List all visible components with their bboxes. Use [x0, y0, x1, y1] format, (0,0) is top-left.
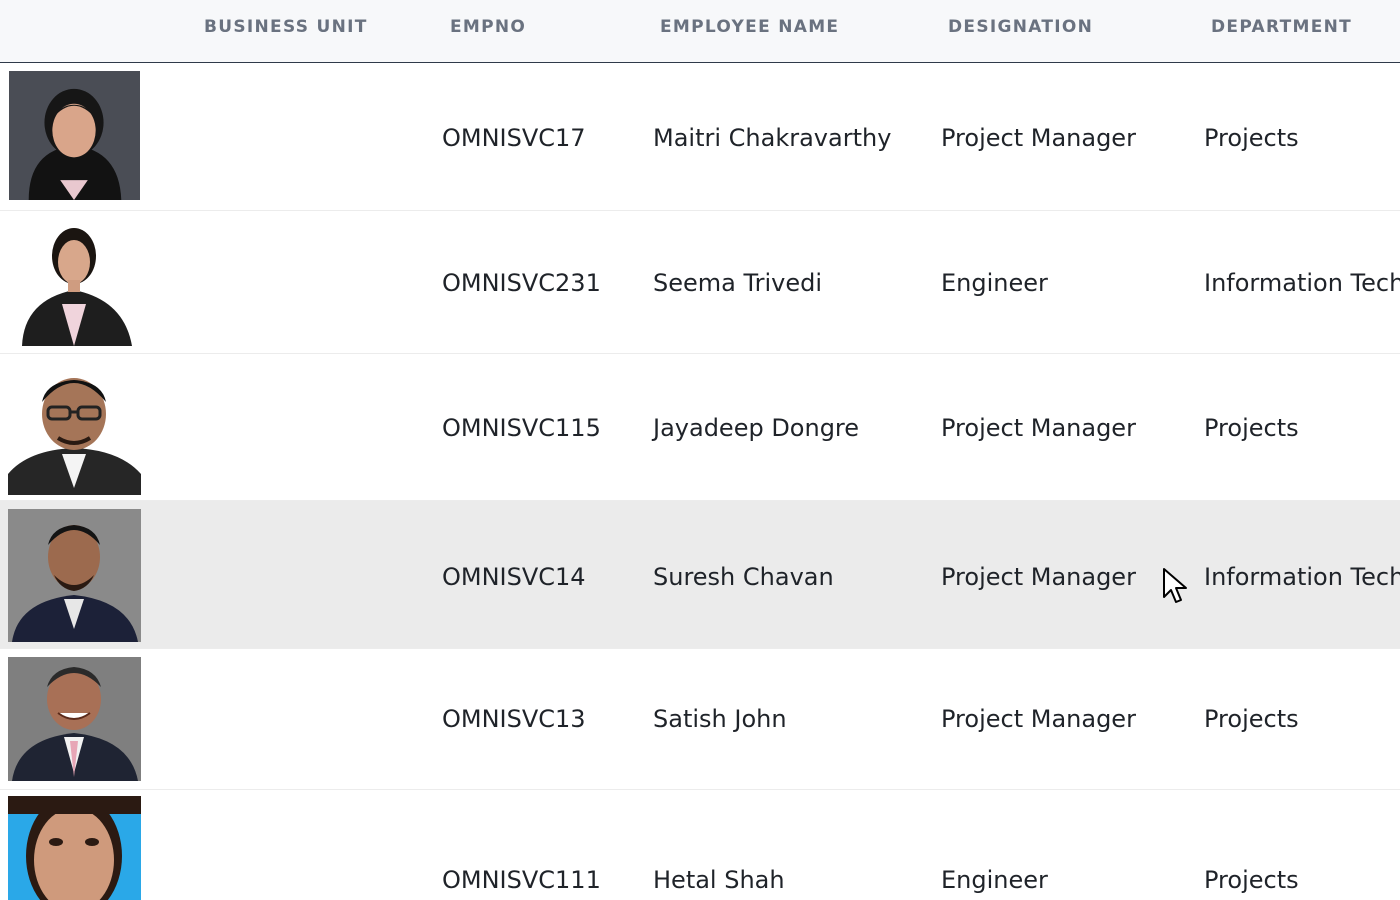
cell-employee-name: Hetal Shah [653, 866, 785, 894]
table-row[interactable]: OMNISVC111 Hetal Shah Engineer Projects [0, 790, 1400, 900]
column-header-empno[interactable]: EMPNO [450, 17, 526, 37]
grid-header: BUSINESS UNIT EMPNO EMPLOYEE NAME DESIGN… [0, 0, 1400, 63]
cell-designation: Project Manager [941, 705, 1136, 733]
employee-photo [8, 220, 141, 346]
column-header-designation[interactable]: DESIGNATION [948, 17, 1093, 37]
cell-department: Projects [1204, 866, 1299, 894]
cell-designation: Engineer [941, 269, 1048, 297]
cell-department: Projects [1204, 124, 1299, 152]
cell-empno: OMNISVC111 [442, 866, 601, 894]
cell-designation: Project Manager [941, 124, 1136, 152]
column-header-department[interactable]: DEPARTMENT [1211, 17, 1352, 37]
cell-empno: OMNISVC17 [442, 124, 586, 152]
cell-employee-name: Seema Trivedi [653, 269, 823, 297]
cell-department: Information Techn [1204, 269, 1400, 297]
employee-photo [8, 362, 141, 495]
table-row[interactable]: OMNISVC14 Suresh Chavan Project Manager … [0, 501, 1400, 649]
employee-photo [8, 509, 141, 642]
cell-empno: OMNISVC231 [442, 269, 601, 297]
cell-department: Projects [1204, 414, 1299, 442]
table-row[interactable]: OMNISVC231 Seema Trivedi Engineer Inform… [0, 211, 1400, 354]
table-row[interactable]: OMNISVC115 Jayadeep Dongre Project Manag… [0, 354, 1400, 501]
table-row[interactable]: OMNISVC13 Satish John Project Manager Pr… [0, 649, 1400, 790]
cell-employee-name: Satish John [653, 705, 787, 733]
cell-designation: Engineer [941, 866, 1048, 894]
cell-designation: Project Manager [941, 563, 1136, 591]
column-header-business-unit[interactable]: BUSINESS UNIT [204, 17, 368, 37]
cell-designation: Project Manager [941, 414, 1136, 442]
column-header-employee-name[interactable]: EMPLOYEE NAME [660, 17, 839, 37]
cell-employee-name: Jayadeep Dongre [653, 414, 860, 442]
cell-empno: OMNISVC13 [442, 705, 586, 733]
cell-department: Information Techn [1204, 563, 1400, 591]
cell-employee-name: Maitri Chakravarthy [653, 124, 892, 152]
employee-photo [8, 657, 141, 781]
employee-grid: BUSINESS UNIT EMPNO EMPLOYEE NAME DESIGN… [0, 0, 1400, 900]
mouse-pointer-icon [1162, 567, 1190, 605]
cell-department: Projects [1204, 705, 1299, 733]
employee-photo [9, 71, 140, 200]
employee-photo [8, 796, 141, 900]
cell-empno: OMNISVC14 [442, 563, 586, 591]
table-row[interactable]: OMNISVC17 Maitri Chakravarthy Project Ma… [0, 63, 1400, 211]
cell-employee-name: Suresh Chavan [653, 563, 834, 591]
cell-empno: OMNISVC115 [442, 414, 601, 442]
